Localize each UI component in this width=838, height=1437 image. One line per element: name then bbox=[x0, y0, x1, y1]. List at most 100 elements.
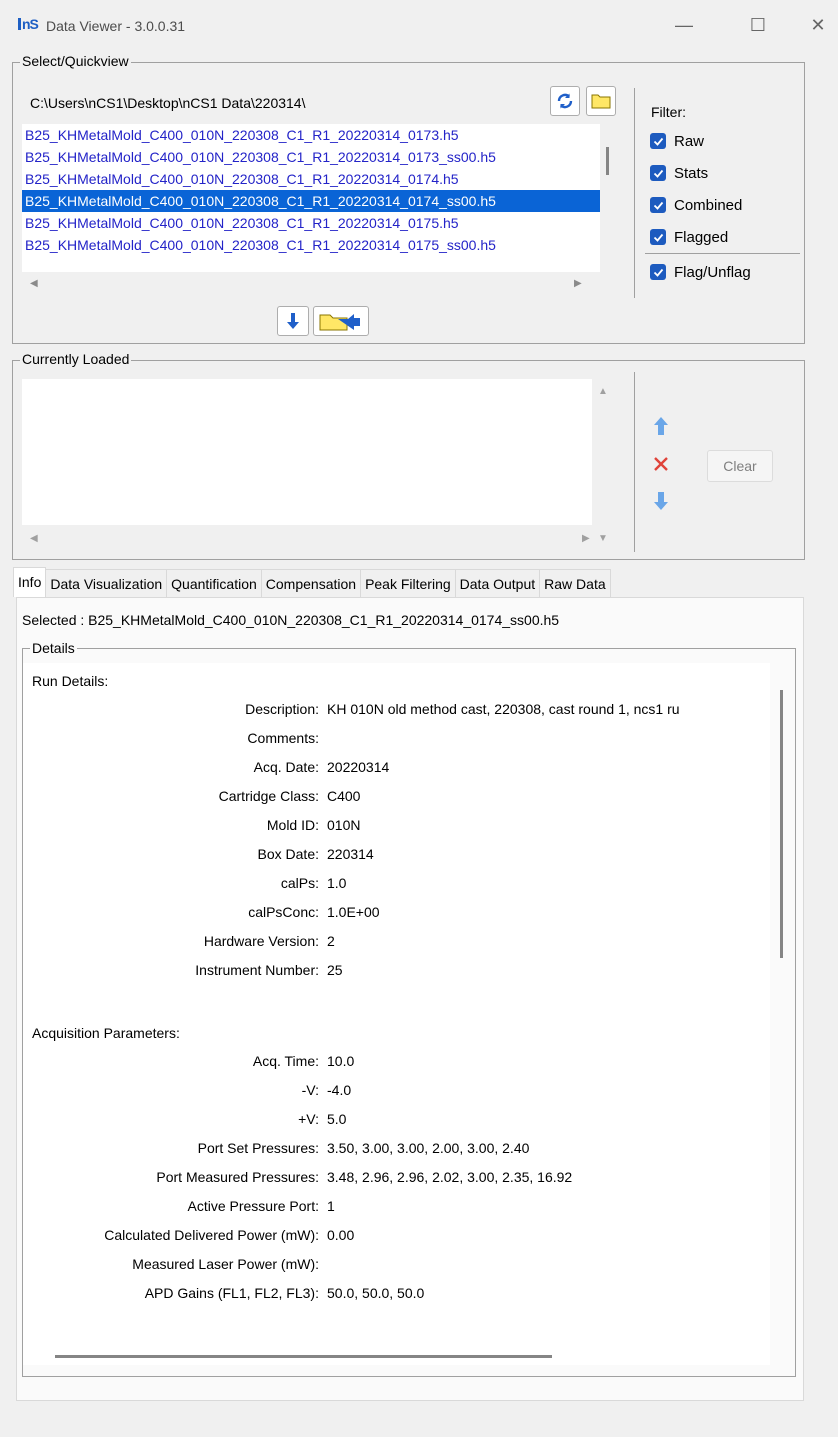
scroll-up-icon[interactable]: ▲ bbox=[598, 386, 608, 397]
detail-value: 3.48, 2.96, 2.96, 2.02, 3.00, 2.35, 16.9… bbox=[327, 1169, 573, 1185]
title-bar: nS Data Viewer - 3.0.0.31 — ☐ ✕ bbox=[0, 0, 838, 52]
file-list-item[interactable]: B25_KHMetalMold_C400_010N_220308_C1_R1_2… bbox=[22, 168, 600, 190]
tab-data-visualization[interactable]: Data Visualization bbox=[45, 569, 168, 597]
folder-path: C:\Users\nCS1\Desktop\nCS1 Data\220314\ bbox=[30, 95, 306, 111]
detail-value: 1.0 bbox=[327, 875, 347, 891]
detail-value: 2 bbox=[327, 933, 335, 949]
detail-key: Acq. Time: bbox=[252, 1053, 319, 1069]
filter-checkbox-flagged[interactable]: Flagged bbox=[650, 225, 728, 249]
quickview-group-label: Select/Quickview bbox=[20, 53, 131, 69]
details-hscroll-thumb[interactable] bbox=[55, 1355, 552, 1358]
loaded-scroll-left-icon[interactable]: ◀ bbox=[30, 533, 38, 544]
filter-label-raw: Raw bbox=[674, 132, 705, 150]
detail-value: KH 010N old method cast, 220308, cast ro… bbox=[327, 701, 680, 717]
tab-raw-data[interactable]: Raw Data bbox=[539, 569, 611, 597]
close-button[interactable]: ✕ bbox=[796, 10, 838, 40]
arrow-down-icon bbox=[287, 313, 299, 329]
filter-checkbox-combined[interactable]: Combined bbox=[650, 193, 742, 217]
app-logo-icon: nS bbox=[18, 16, 39, 32]
file-list-vscroll-thumb[interactable] bbox=[606, 147, 609, 175]
tab-peak-filtering[interactable]: Peak Filtering bbox=[360, 569, 456, 597]
detail-value: 10.0 bbox=[327, 1053, 355, 1069]
filter-checkbox-stats[interactable]: Stats bbox=[650, 161, 708, 185]
clear-button[interactable]: Clear bbox=[707, 450, 773, 482]
tab-quantification[interactable]: Quantification bbox=[166, 569, 262, 597]
details-vscroll-thumb[interactable] bbox=[780, 690, 783, 958]
detail-value: 220314 bbox=[327, 846, 374, 862]
detail-key: Measured Laser Power (mW): bbox=[132, 1256, 319, 1272]
file-list-item[interactable]: B25_KHMetalMold_C400_010N_220308_C1_R1_2… bbox=[22, 212, 600, 234]
tab-data-output[interactable]: Data Output bbox=[454, 569, 541, 597]
remove-button[interactable] bbox=[652, 455, 670, 476]
detail-value: 50.0, 50.0, 50.0 bbox=[327, 1285, 425, 1301]
currently-loaded-label: Currently Loaded bbox=[20, 351, 132, 367]
detail-value: 010N bbox=[327, 817, 361, 833]
detail-value: 1 bbox=[327, 1198, 335, 1214]
detail-key: Comments: bbox=[247, 730, 319, 746]
checkbox-checked-icon bbox=[650, 133, 666, 149]
detail-value: 3.50, 3.00, 3.00, 2.00, 3.00, 2.40 bbox=[327, 1140, 530, 1156]
detail-key: Description: bbox=[245, 701, 319, 717]
detail-key: Port Measured Pressures: bbox=[156, 1169, 319, 1185]
acquisition-parameters-heading: Acquisition Parameters: bbox=[32, 1025, 180, 1041]
loaded-scroll-right-icon[interactable]: ▶ bbox=[582, 533, 590, 544]
filter-label-combined: Combined bbox=[674, 196, 743, 214]
run-details-heading: Run Details: bbox=[32, 673, 109, 689]
flag-unflag-checkbox[interactable]: Flag/Unflag bbox=[650, 260, 751, 284]
scroll-down-icon[interactable]: ▼ bbox=[598, 533, 608, 544]
load-selected-button[interactable] bbox=[277, 306, 309, 336]
detail-key: Port Set Pressures: bbox=[197, 1140, 319, 1156]
load-folder-button[interactable] bbox=[313, 306, 369, 336]
detail-key: Calculated Delivered Power (mW): bbox=[104, 1227, 319, 1243]
detail-key: Mold ID: bbox=[266, 817, 319, 833]
tab-info[interactable]: Info bbox=[13, 567, 47, 597]
tab-compensation[interactable]: Compensation bbox=[260, 569, 362, 597]
checkbox-checked-icon bbox=[650, 165, 666, 181]
filter-label: Filter: bbox=[651, 104, 686, 120]
file-list[interactable]: B25_KHMetalMold_C400_010N_220308_C1_R1_2… bbox=[22, 124, 600, 272]
detail-key: -V: bbox=[301, 1082, 319, 1098]
file-list-item[interactable]: B25_KHMetalMold_C400_010N_220308_C1_R1_2… bbox=[22, 146, 600, 168]
filter-label-stats: Stats bbox=[674, 164, 709, 182]
detail-key: calPs: bbox=[280, 875, 319, 891]
detail-value: 20220314 bbox=[327, 759, 390, 775]
loaded-divider bbox=[634, 372, 635, 552]
file-list-item[interactable]: B25_KHMetalMold_C400_010N_220308_C1_R1_2… bbox=[22, 190, 600, 212]
detail-value: 25 bbox=[327, 962, 343, 978]
detail-key: APD Gains (FL1, FL2, FL3): bbox=[144, 1285, 319, 1301]
checkbox-checked-icon bbox=[650, 264, 666, 280]
detail-key: Instrument Number: bbox=[195, 962, 319, 978]
scroll-right-icon[interactable]: ▶ bbox=[574, 278, 582, 289]
refresh-button[interactable] bbox=[550, 86, 580, 116]
detail-key: Acq. Date: bbox=[253, 759, 319, 775]
filter-separator bbox=[645, 253, 800, 254]
detail-value: 5.0 bbox=[327, 1111, 347, 1127]
open-folder-button[interactable] bbox=[586, 86, 616, 116]
detail-key: Active Pressure Port: bbox=[187, 1198, 320, 1214]
file-list-item[interactable]: B25_KHMetalMold_C400_010N_220308_C1_R1_2… bbox=[22, 234, 600, 256]
move-down-button[interactable] bbox=[652, 491, 670, 514]
arrow-down-icon bbox=[654, 492, 668, 510]
checkbox-checked-icon bbox=[650, 229, 666, 245]
maximize-button[interactable]: ☐ bbox=[736, 10, 780, 40]
details-content: Run Details: Description: KH 010N old met… bbox=[23, 663, 770, 1365]
checkbox-checked-icon bbox=[650, 197, 666, 213]
detail-key: Hardware Version: bbox=[203, 933, 319, 949]
scroll-left-icon[interactable]: ◀ bbox=[30, 278, 38, 289]
folder-icon bbox=[591, 94, 611, 109]
filter-checkbox-raw[interactable]: Raw bbox=[650, 129, 704, 153]
partial-row-mask bbox=[73, 1317, 533, 1321]
detail-key: calPsConc: bbox=[248, 904, 319, 920]
loaded-list[interactable] bbox=[22, 379, 592, 525]
flag-unflag-label: Flag/Unflag bbox=[674, 263, 751, 281]
detail-value: 0.00 bbox=[327, 1227, 355, 1243]
filter-label-flagged: Flagged bbox=[674, 228, 729, 246]
detail-key: Cartridge Class: bbox=[218, 788, 319, 804]
selected-file-label: Selected : B25_KHMetalMold_C400_010N_220… bbox=[22, 612, 560, 628]
details-label: Details bbox=[30, 640, 77, 656]
minimize-button[interactable]: — bbox=[662, 10, 706, 40]
arrow-up-icon bbox=[654, 417, 668, 435]
window-title: Data Viewer - 3.0.0.31 bbox=[46, 18, 186, 34]
move-up-button[interactable] bbox=[652, 416, 670, 439]
file-list-item[interactable]: B25_KHMetalMold_C400_010N_220308_C1_R1_2… bbox=[22, 124, 600, 146]
